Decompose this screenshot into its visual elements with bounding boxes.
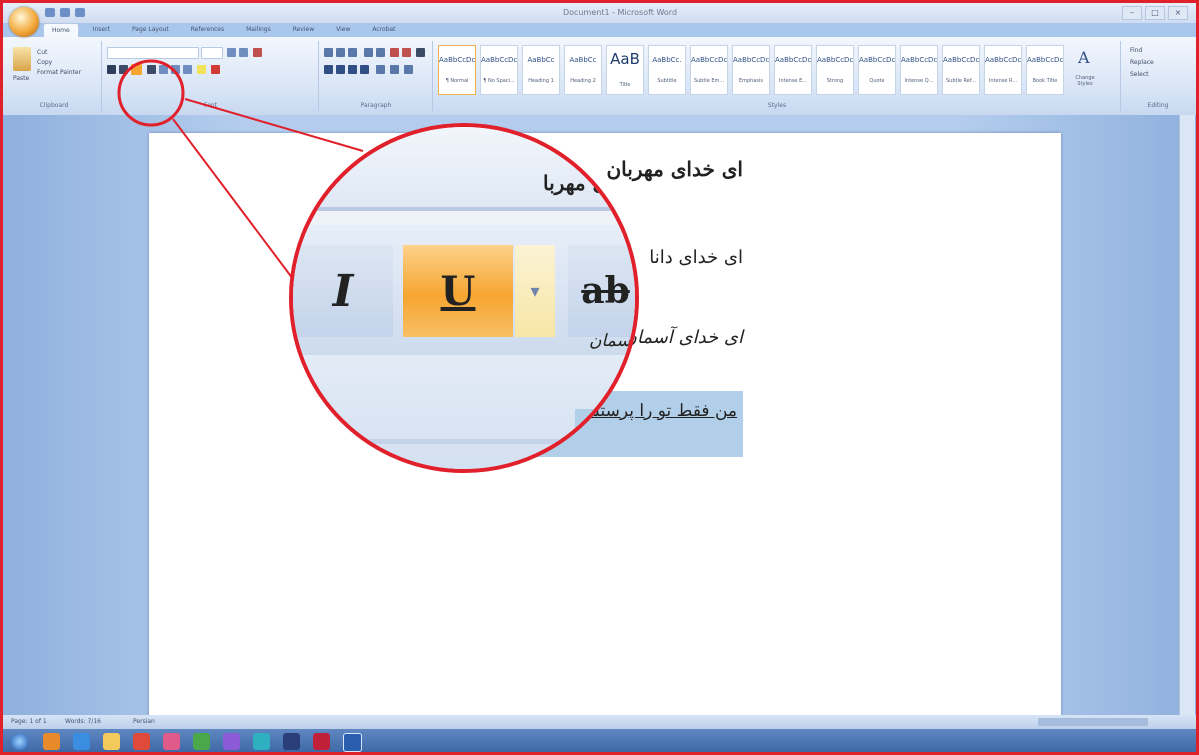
magnified-doc-line-3: ای خدای آسمان <box>589 331 636 351</box>
chevron-down-icon: ▾ <box>530 280 540 302</box>
magnified-italic-button[interactable]: I <box>293 245 393 337</box>
magnified-ribbon-top <box>293 127 635 207</box>
magnified-divider-2 <box>293 439 635 444</box>
office-button[interactable] <box>9 7 39 37</box>
magnifier: ای خدای مهربا I U ▾ ab ای خدای آسمان من … <box>289 123 639 473</box>
callout-line-bottom <box>172 118 294 280</box>
magnified-doc-line-4: من فقط تو را پرستش م <box>575 409 635 433</box>
screenshot-frame: Document1 - Microsoft Word – □ × Home In… <box>0 0 1199 755</box>
magnified-strikethrough-button[interactable]: ab <box>568 245 635 337</box>
italic-icon: I <box>332 265 354 317</box>
magnified-doc-line-1: ای خدای مهربا <box>543 171 637 195</box>
magnified-divider <box>293 207 635 211</box>
magnified-underline-button[interactable]: U <box>403 245 513 337</box>
highlight-circle <box>117 59 185 127</box>
underline-icon: U <box>440 267 476 315</box>
magnified-underline-dropdown[interactable]: ▾ <box>515 245 555 337</box>
strikethrough-icon: ab <box>581 270 630 312</box>
